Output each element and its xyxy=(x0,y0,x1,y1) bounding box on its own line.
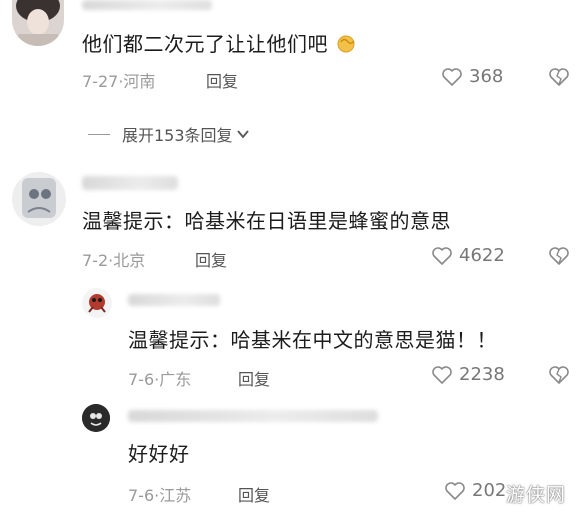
comment-meta: 7-6·广东 xyxy=(128,370,192,389)
like-count: 2238 xyxy=(459,364,505,385)
avatar-image xyxy=(88,294,106,313)
reply-button[interactable]: 回复 xyxy=(206,68,238,92)
broken-heart-icon xyxy=(549,247,569,265)
expand-divider xyxy=(88,133,110,135)
expand-label: 展开153条回复 xyxy=(122,126,233,145)
comment-3: 温馨提示：哈基米在中文的意思是猫！！ 7-6·广东 回复 2238 xyxy=(0,288,584,398)
comment-meta: 7-2·北京 xyxy=(82,251,146,270)
avatar[interactable] xyxy=(82,404,110,432)
like-count: 202 xyxy=(472,480,507,501)
username-redacted[interactable] xyxy=(128,294,220,306)
username-redacted[interactable] xyxy=(82,0,212,10)
watermark: 游侠网 xyxy=(506,484,567,506)
comment-text: 温馨提示：哈基米在日语里是蜂蜜的意思 xyxy=(82,209,451,233)
dislike-button[interactable] xyxy=(548,365,570,389)
comment-2: 温馨提示：哈基米在日语里是蜂蜜的意思 7-2·北京 回复 4622 xyxy=(0,170,584,280)
comment-meta: 7-27·河南 xyxy=(82,72,156,91)
broken-heart-icon xyxy=(549,366,569,384)
like-button[interactable]: 368 xyxy=(441,66,503,87)
like-button[interactable]: 2238 xyxy=(431,364,505,385)
dislike-button[interactable] xyxy=(548,67,570,91)
username-redacted[interactable] xyxy=(82,176,178,190)
reply-button[interactable]: 回复 xyxy=(195,247,227,271)
avatar-image xyxy=(82,404,110,432)
comment-1: 他们都二次元了让让他们吧 7-27·河南 回复 368 xyxy=(0,0,584,110)
broken-heart-icon xyxy=(549,68,569,86)
comment-4: 好好好 7-6·江苏 回复 202 xyxy=(0,400,584,518)
heart-outline-icon xyxy=(432,365,452,384)
avatar-image xyxy=(16,0,60,46)
reply-button[interactable]: 回复 xyxy=(238,482,270,506)
dislike-button[interactable] xyxy=(548,246,570,270)
comment-text: 好好好 xyxy=(128,442,190,466)
like-button[interactable]: 202 xyxy=(444,480,506,501)
heart-outline-icon xyxy=(432,246,452,265)
comment-text: 温馨提示：哈基米在中文的意思是猫！！ xyxy=(128,328,497,352)
avatar-image xyxy=(22,178,56,218)
heart-outline-icon xyxy=(445,481,465,500)
avatar[interactable] xyxy=(12,172,66,226)
avatar[interactable] xyxy=(82,288,112,318)
reply-button[interactable]: 回复 xyxy=(238,366,270,390)
pinch-hand-emoji-icon xyxy=(335,32,357,54)
comment-meta: 7-6·江苏 xyxy=(128,486,192,505)
like-count: 368 xyxy=(469,66,504,87)
comment-text: 他们都二次元了让让他们吧 xyxy=(82,28,357,57)
avatar[interactable] xyxy=(12,0,64,46)
heart-outline-icon xyxy=(442,67,462,86)
username-redacted[interactable] xyxy=(128,410,378,422)
expand-replies-button[interactable]: 展开153条回复 xyxy=(88,122,251,146)
chevron-down-icon xyxy=(236,130,249,139)
like-count: 4622 xyxy=(459,245,505,266)
like-button[interactable]: 4622 xyxy=(431,245,505,266)
